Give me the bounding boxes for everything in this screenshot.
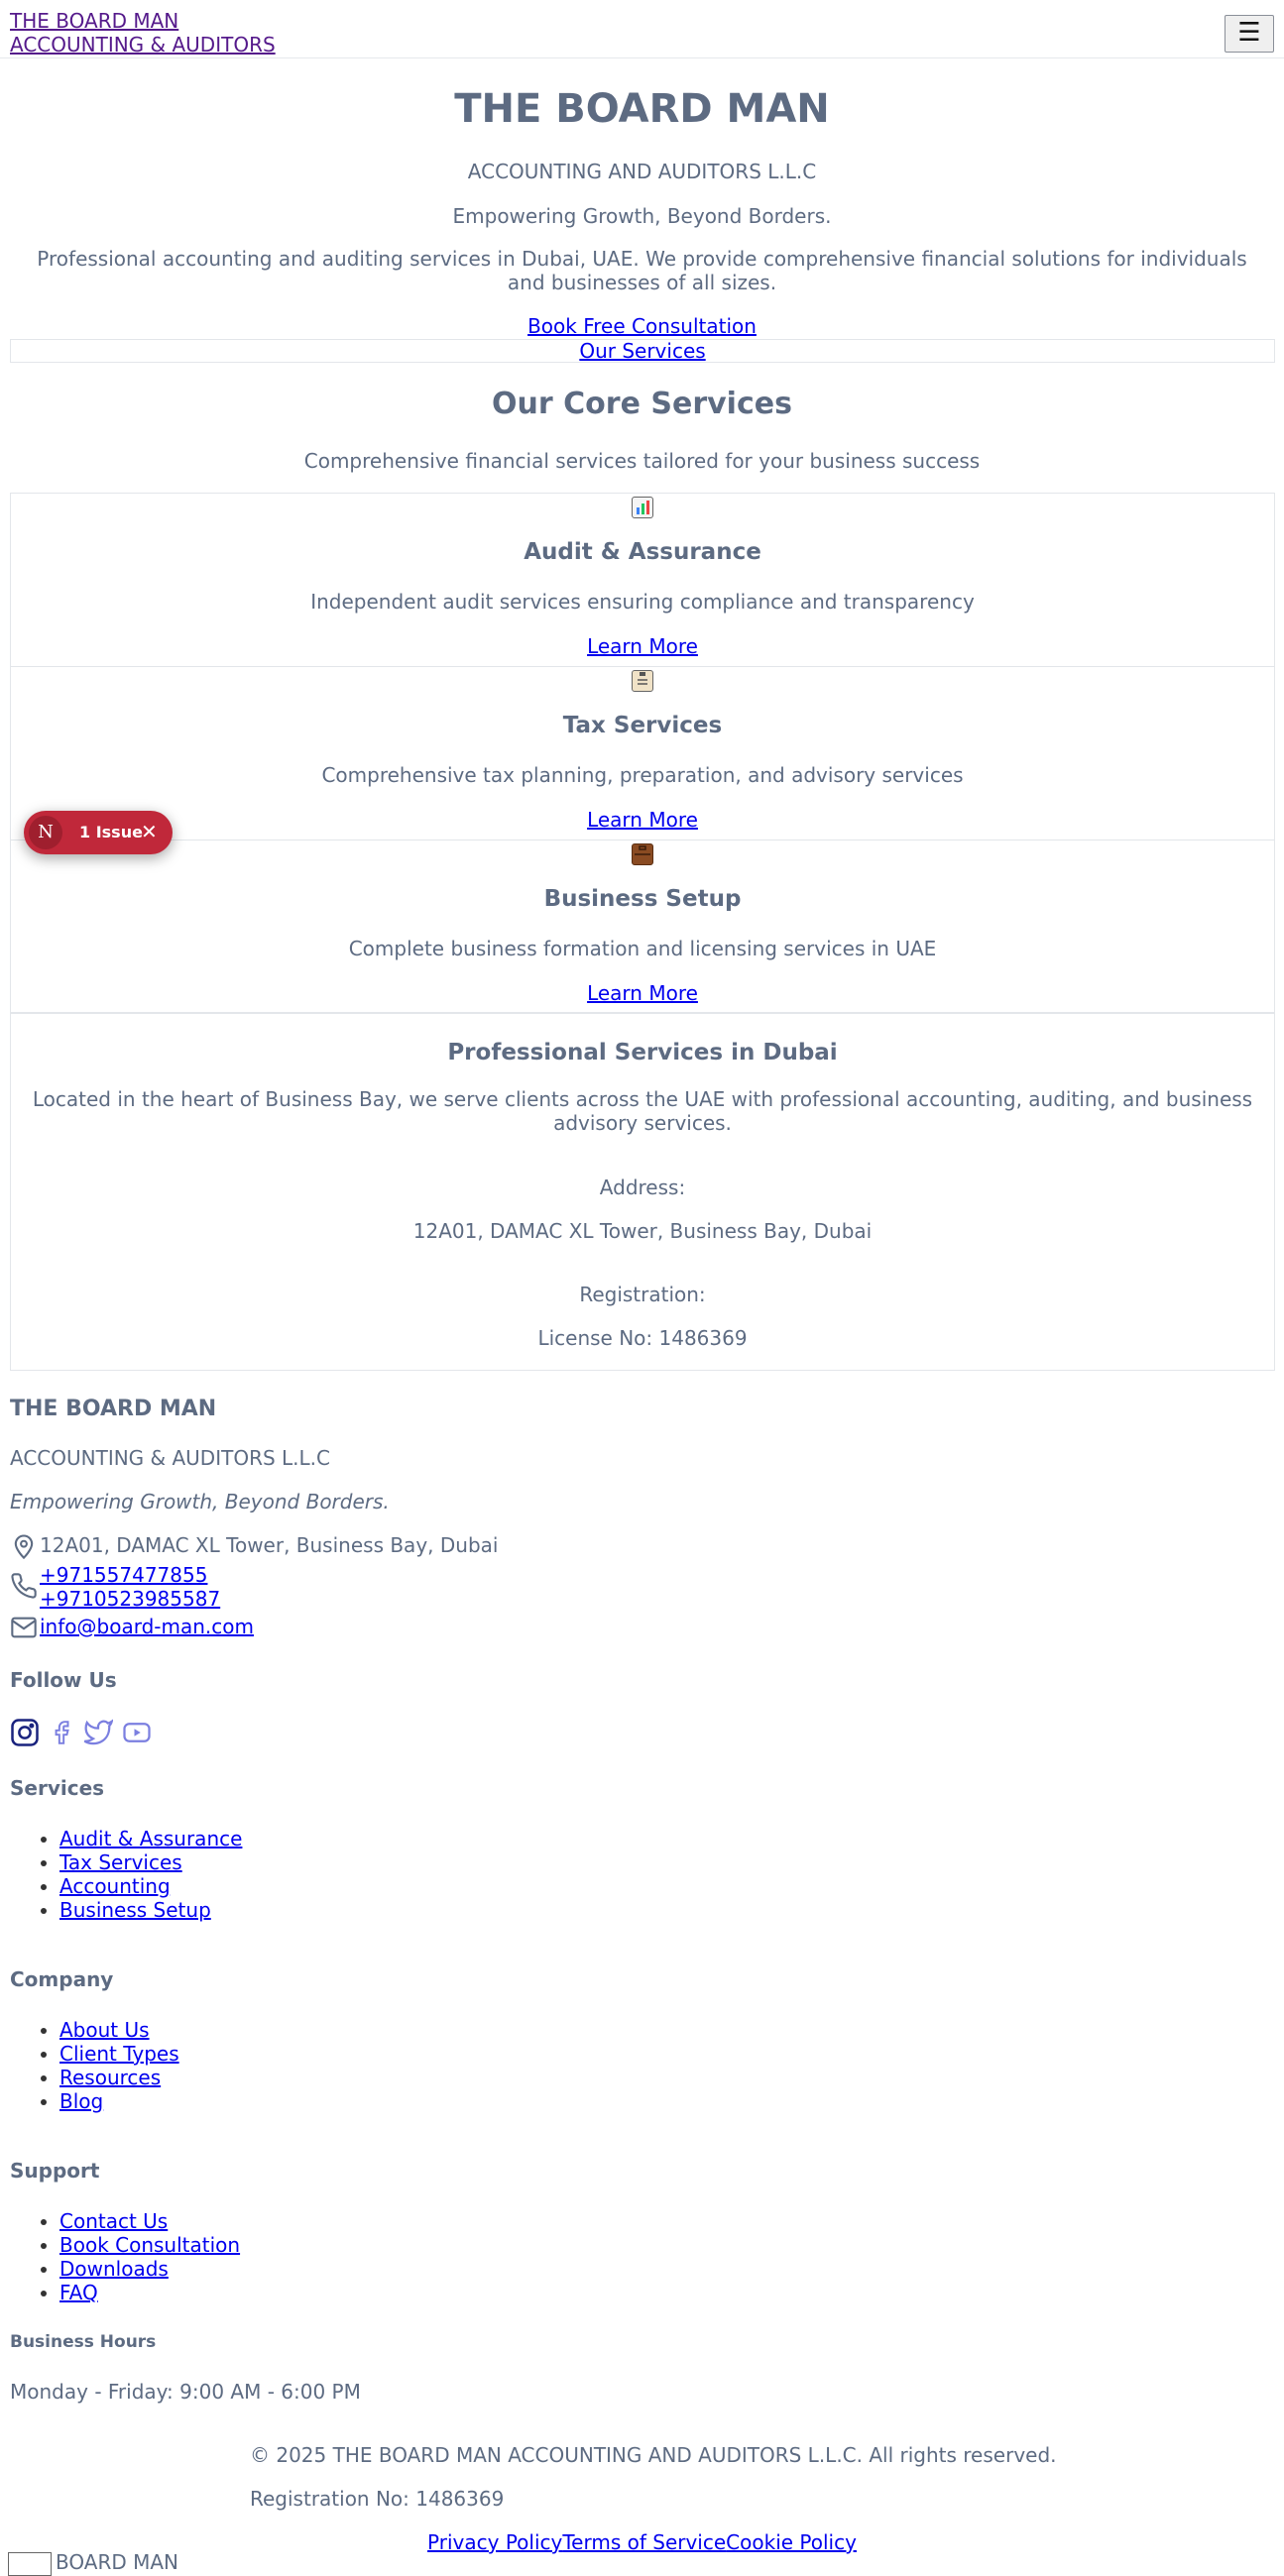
- footer-link-about[interactable]: About Us: [59, 2018, 150, 2042]
- footer-support-heading: Support: [10, 2159, 100, 2183]
- menu-toggle-button[interactable]: ☰: [1225, 15, 1274, 53]
- logo-image-icon: [8, 2551, 52, 2576]
- address-label: Address:: [599, 1176, 686, 1199]
- list-item: Accounting: [59, 1874, 242, 1898]
- hamburger-icon: ☰: [1237, 18, 1261, 48]
- youtube-icon[interactable]: [122, 1718, 152, 1751]
- list-item: About Us: [59, 2018, 179, 2042]
- list-item: Audit & Assurance: [59, 1827, 242, 1850]
- cookie-policy-link[interactable]: Cookie Policy: [726, 2530, 857, 2554]
- list-item: Resources: [59, 2066, 179, 2089]
- footer-company-heading: Company: [10, 1967, 114, 1991]
- hero-title: THE BOARD MAN: [454, 86, 830, 132]
- brand-line-2: ACCOUNTING & AUDITORS: [10, 33, 276, 56]
- list-item: Book Consultation: [59, 2233, 240, 2257]
- footer-link-book-consultation[interactable]: Book Consultation: [59, 2233, 240, 2257]
- service-card-description: Comprehensive tax planning, preparation,…: [321, 763, 964, 787]
- hero-tagline: Empowering Growth, Beyond Borders.: [452, 204, 832, 228]
- services-subtitle: Comprehensive financial services tailore…: [303, 449, 981, 473]
- clipboard-icon: [632, 670, 653, 692]
- social-links: [10, 1718, 156, 1751]
- our-services-button-wrap: Our Services: [10, 339, 1275, 363]
- terms-of-service-link[interactable]: Terms of Service: [562, 2530, 726, 2554]
- location-section: Professional Services in Dubai Located i…: [10, 1012, 1275, 1371]
- twitter-icon[interactable]: [83, 1718, 114, 1751]
- learn-more-link[interactable]: Learn More: [11, 808, 1274, 832]
- footer-title: THE BOARD MAN: [10, 1397, 217, 1421]
- service-card-description: Complete business formation and licensin…: [348, 937, 937, 960]
- business-hours: Monday - Friday: 9:00 AM - 6:00 PM: [10, 2380, 361, 2404]
- instagram-icon[interactable]: [10, 1718, 40, 1751]
- list-item: Contact Us: [59, 2209, 240, 2233]
- footer-subtitle: ACCOUNTING & AUDITORS L.L.C: [10, 1446, 330, 1470]
- policy-links: Privacy PolicyTerms of ServiceCookie Pol…: [0, 2530, 1284, 2554]
- learn-more-link[interactable]: Learn More: [11, 981, 1274, 1005]
- hero-description: Professional accounting and auditing ser…: [37, 247, 1247, 294]
- location-title: Professional Services in Dubai: [447, 1040, 838, 1065]
- service-card-audit: Audit & Assurance Independent audit serv…: [10, 493, 1275, 667]
- phone-link-1[interactable]: +971557477855: [40, 1563, 207, 1587]
- footer-link-downloads[interactable]: Downloads: [59, 2257, 169, 2281]
- address-value: 12A01, DAMAC XL Tower, Business Bay, Dub…: [412, 1219, 873, 1243]
- service-card-tax: Tax Services Comprehensive tax planning,…: [10, 666, 1275, 840]
- phone-link-2[interactable]: +9710523985587: [40, 1587, 220, 1611]
- business-hours-heading: Business Hours: [10, 2332, 157, 2352]
- registration-label: Registration:: [579, 1283, 706, 1306]
- service-card-title: Tax Services: [562, 713, 723, 738]
- footer-link-business-setup[interactable]: Business Setup: [59, 1898, 211, 1922]
- service-card-description: Independent audit services ensuring comp…: [310, 590, 975, 614]
- facebook-icon[interactable]: [49, 1718, 74, 1751]
- issues-count-label: 1 Issue: [79, 823, 143, 841]
- location-description: Located in the heart of Business Bay, we…: [32, 1087, 1253, 1135]
- footer-link-blog[interactable]: Blog: [59, 2089, 103, 2113]
- registration-number: Registration No: 1486369: [250, 2487, 505, 2511]
- registration-value: License No: 1486369: [537, 1326, 748, 1350]
- map-pin-icon: [14, 1534, 34, 1560]
- footer-link-accounting[interactable]: Accounting: [59, 1874, 171, 1898]
- privacy-policy-link[interactable]: Privacy Policy: [427, 2530, 562, 2554]
- footer-logo-text: BOARD MAN: [56, 2550, 178, 2574]
- briefcase-icon: [632, 843, 653, 865]
- list-item: Downloads: [59, 2257, 240, 2281]
- close-icon[interactable]: ✕: [141, 821, 158, 842]
- footer-link-audit[interactable]: Audit & Assurance: [59, 1827, 242, 1850]
- service-card-business-setup: Business Setup Complete business formati…: [10, 840, 1275, 1014]
- nextjs-logo-icon: N: [29, 816, 62, 849]
- footer-support-list: Contact Us Book Consultation Downloads F…: [10, 2209, 240, 2304]
- email-link[interactable]: info@board-man.com: [40, 1615, 254, 1638]
- footer-link-contact[interactable]: Contact Us: [59, 2209, 168, 2233]
- mail-icon: [11, 1617, 37, 1638]
- list-item: Tax Services: [59, 1850, 242, 1874]
- follow-us-heading: Follow Us: [10, 1668, 117, 1692]
- list-item: Blog: [59, 2089, 179, 2113]
- top-navbar: THE BOARD MAN ACCOUNTING & AUDITORS ☰: [0, 0, 1284, 58]
- service-card-title: Audit & Assurance: [524, 539, 761, 565]
- footer-logo: BOARD MAN: [8, 2550, 178, 2576]
- hero-subtitle: ACCOUNTING AND AUDITORS L.L.C: [467, 160, 817, 183]
- footer-link-tax[interactable]: Tax Services: [59, 1850, 182, 1874]
- book-consultation-button[interactable]: Book Free Consultation: [527, 314, 757, 338]
- footer-link-client-types[interactable]: Client Types: [59, 2042, 179, 2066]
- footer-link-resources[interactable]: Resources: [59, 2066, 161, 2089]
- services-title: Our Core Services: [492, 387, 792, 421]
- chart-icon: [632, 497, 653, 518]
- phone-icon: [11, 1573, 37, 1599]
- brand-home-link[interactable]: THE BOARD MAN ACCOUNTING & AUDITORS: [10, 9, 276, 56]
- list-item: FAQ: [59, 2281, 240, 2304]
- footer-address: 12A01, DAMAC XL Tower, Business Bay, Dub…: [40, 1533, 499, 1557]
- our-services-button[interactable]: Our Services: [579, 339, 705, 363]
- list-item: Business Setup: [59, 1898, 242, 1922]
- footer-link-faq[interactable]: FAQ: [59, 2281, 98, 2304]
- service-card-title: Business Setup: [543, 886, 742, 912]
- list-item: Client Types: [59, 2042, 179, 2066]
- footer-services-heading: Services: [10, 1776, 105, 1800]
- brand-line-1: THE BOARD MAN: [10, 9, 179, 33]
- issues-badge[interactable]: N 1 Issue ✕: [24, 811, 173, 854]
- footer-services-list: Audit & Assurance Tax Services Accountin…: [10, 1827, 242, 1922]
- footer-tagline: Empowering Growth, Beyond Borders.: [10, 1490, 390, 1513]
- footer-company-list: About Us Client Types Resources Blog: [10, 2018, 179, 2113]
- learn-more-link[interactable]: Learn More: [11, 634, 1274, 658]
- copyright-text: © 2025 THE BOARD MAN ACCOUNTING AND AUDI…: [250, 2443, 1057, 2467]
